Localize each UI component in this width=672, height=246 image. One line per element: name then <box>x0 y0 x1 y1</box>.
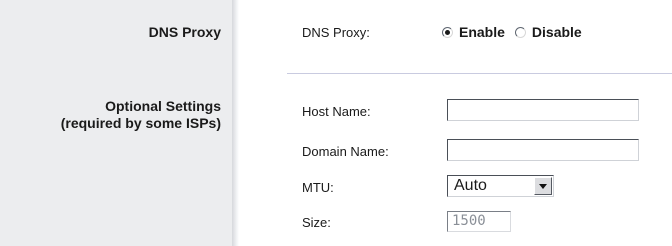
disable-label: Disable <box>531 24 582 40</box>
mtu-select[interactable]: Auto <box>447 175 554 197</box>
sidebar-shadow <box>232 0 239 246</box>
size-label: Size: <box>302 215 331 230</box>
dns-proxy-label: DNS Proxy: <box>302 25 370 40</box>
host-name-label: Host Name: <box>302 104 371 119</box>
dns-proxy-disable-radio[interactable]: Disable <box>514 24 582 40</box>
mtu-selected-value: Auto <box>454 177 487 194</box>
mtu-dropdown-button[interactable] <box>534 177 552 195</box>
mtu-label: MTU: <box>302 180 334 195</box>
optional-settings-section-title: Optional Settings (required by some ISPs… <box>61 98 221 132</box>
host-name-input[interactable] <box>447 99 639 121</box>
domain-name-label: Domain Name: <box>302 144 389 159</box>
section-divider <box>287 73 672 74</box>
enable-label: Enable <box>459 24 505 40</box>
dns-proxy-enable-radio[interactable]: Enable <box>442 24 505 40</box>
dns-proxy-radio-group: Enable Disable <box>442 24 582 40</box>
chevron-down-icon <box>539 183 547 189</box>
settings-page: DNS Proxy DNS Proxy: Enable Disable Opti… <box>0 0 672 246</box>
radio-checked-icon[interactable] <box>442 26 453 38</box>
size-input[interactable]: 1500 <box>447 211 511 232</box>
optional-settings-subtitle: (required by some ISPs) <box>60 115 221 131</box>
optional-settings-title: Optional Settings <box>105 98 221 114</box>
dns-proxy-section-title: DNS Proxy <box>148 24 221 40</box>
radio-unchecked-icon[interactable] <box>514 26 526 38</box>
domain-name-input[interactable] <box>447 139 639 161</box>
